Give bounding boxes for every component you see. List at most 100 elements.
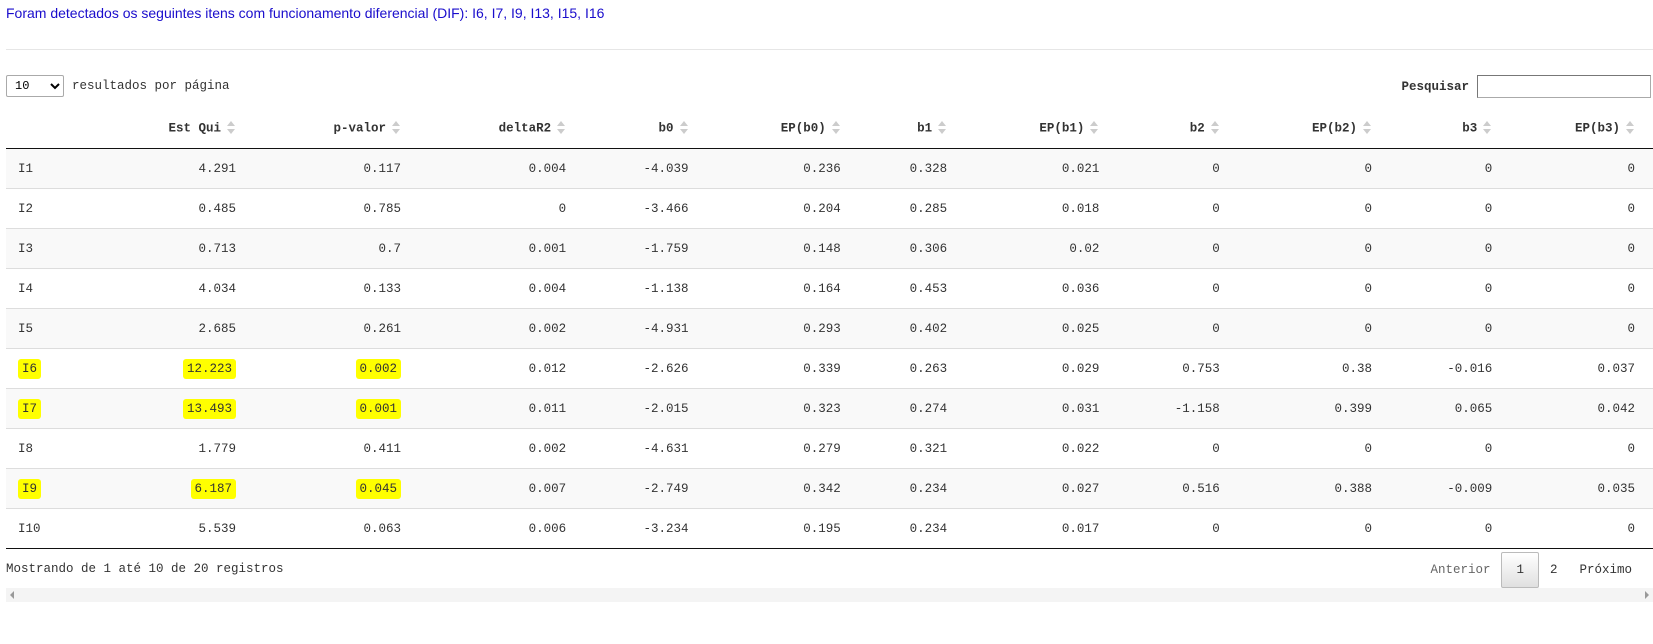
table-cell: 0 [1117,228,1238,269]
cell-value: 0 [1627,281,1635,296]
page-1-button[interactable]: 1 [1501,552,1539,588]
cell-value: -3.234 [643,521,689,536]
table-cell: 0.785 [254,188,420,229]
table-cell: I5 [6,308,108,349]
table-cell: 0.204 [706,188,859,229]
pagination: Anterior 1 2 Próximo [1419,552,1643,588]
table-cell: 0.148 [706,228,859,269]
cell-value: 0.017 [1061,521,1100,536]
cell-value: 0 [1212,241,1220,256]
table-row: I7 13.493 0.001 0.011 -2.015 0.323 0.274 0.031 -… [6,388,1653,429]
table-cell: 0.004 [419,148,585,189]
cell-value: -1.759 [643,241,689,256]
cell-value: 0.234 [909,481,948,496]
header-cell[interactable]: b1 [858,108,966,149]
header-cell[interactable]: EP(b2) [1237,108,1390,149]
table-cell: -4.631 [584,428,707,469]
table-cell: 0 [1389,428,1511,469]
header-label: p-valor [333,121,387,136]
header-cell[interactable]: b0 [584,108,707,149]
cell-value: 0.339 [803,361,841,376]
search-input[interactable] [1477,75,1651,98]
header-cell-item[interactable] [6,108,108,149]
cell-value: I5 [18,321,34,336]
table-cell: 0.045 [254,468,420,509]
table-cell: -4.931 [584,308,707,349]
header-label: EP(b1) [1039,121,1085,136]
scroll-right-icon[interactable] [1645,591,1649,599]
header-cell[interactable]: p-valor [254,108,420,149]
scroll-left-icon[interactable] [10,591,14,599]
table-cell: 0.328 [858,148,966,189]
header-cell[interactable]: b3 [1389,108,1511,149]
sort-icon[interactable] [1362,120,1372,135]
table-cell: 0.516 [1117,468,1238,509]
table-cell: 0.453 [858,268,966,309]
cell-value: -2.015 [643,401,689,416]
table-cell: 0.133 [254,268,420,309]
table-row: I9 6.187 0.045 0.007 -2.749 0.342 0.234 0.027 0.… [6,468,1653,509]
sort-icon[interactable] [1625,120,1635,135]
table-cell: 0.485 [107,188,255,229]
table-row: I1 4.291 0.117 0.004 -4.039 0.236 0.328 0.021 0 0… [6,148,1653,189]
table-cell: 5.539 [107,508,255,549]
table-cell: 0 [1237,228,1390,269]
header-cell[interactable]: b2 [1117,108,1238,149]
table-cell: I7 [6,388,108,429]
table-cell: 0.164 [706,268,859,309]
cell-value: 0.516 [1182,481,1220,496]
table-cell: 0 [1510,228,1653,269]
cell-value: 0.285 [909,201,948,216]
cell-value: 0.036 [1061,281,1100,296]
cell-value: 0.018 [1061,201,1100,216]
sort-icon[interactable] [1210,120,1220,135]
previous-button[interactable]: Anterior [1419,553,1501,587]
cell-value: 0.002 [355,358,402,379]
sort-icon[interactable] [226,120,236,135]
header-cell[interactable]: Est Qui [107,108,255,149]
sort-icon[interactable] [1089,120,1099,135]
header-cell[interactable]: EP(b3) [1510,108,1653,149]
sort-icon[interactable] [556,120,566,135]
cell-value: 0 [1212,161,1220,176]
cell-value: 0.031 [1061,401,1100,416]
cell-value: 0 [1484,241,1493,256]
cell-value: 0 [1364,441,1372,456]
table-row: I3 0.713 0.7 0.001 -1.759 0.148 0.306 0.02 0 0 0 0 [6,228,1653,269]
cell-value: 0.035 [1597,481,1635,496]
cell-value: 0 [1627,321,1635,336]
cell-value: 0.025 [1061,321,1100,336]
table-row: I5 2.685 0.261 0.002 -4.931 0.293 0.402 0.025 0 0… [6,308,1653,349]
cell-value: -3.466 [643,201,689,216]
cell-value: 0 [1484,521,1493,536]
next-button[interactable]: Próximo [1568,553,1643,587]
table-cell: 0 [1510,508,1653,549]
page-length-select[interactable]: 10 [6,75,64,97]
horizontal-scrollbar[interactable] [6,588,1653,602]
cell-value: -2.626 [643,361,689,376]
sort-icon[interactable] [937,120,947,135]
table-cell: 0.195 [706,508,859,549]
sort-icon[interactable] [1482,120,1492,135]
table-cell: I3 [6,228,108,269]
header-label: EP(b0) [780,121,826,136]
table-cell: 0.002 [419,428,585,469]
table-cell: 0.234 [858,468,966,509]
table-cell: 0.006 [419,508,585,549]
cell-value: 0 [1627,521,1635,536]
header-cell[interactable]: deltaR2 [419,108,585,149]
sort-icon[interactable] [391,120,401,135]
cell-value: 0.002 [528,441,567,456]
table-cell: I1 [6,148,108,189]
cell-value: 0 [1212,521,1220,536]
sort-icon[interactable] [831,120,841,135]
table-cell: 0.002 [419,308,585,349]
header-cell[interactable]: EP(b1) [965,108,1118,149]
cell-value: 0 [1627,441,1635,456]
header-label: Est Qui [168,121,222,136]
table-cell: I9 [6,468,108,509]
sort-icon[interactable] [679,120,689,135]
header-cell[interactable]: EP(b0) [706,108,859,149]
cell-value: 0.38 [1341,361,1372,376]
page-2-button[interactable]: 2 [1539,553,1569,587]
